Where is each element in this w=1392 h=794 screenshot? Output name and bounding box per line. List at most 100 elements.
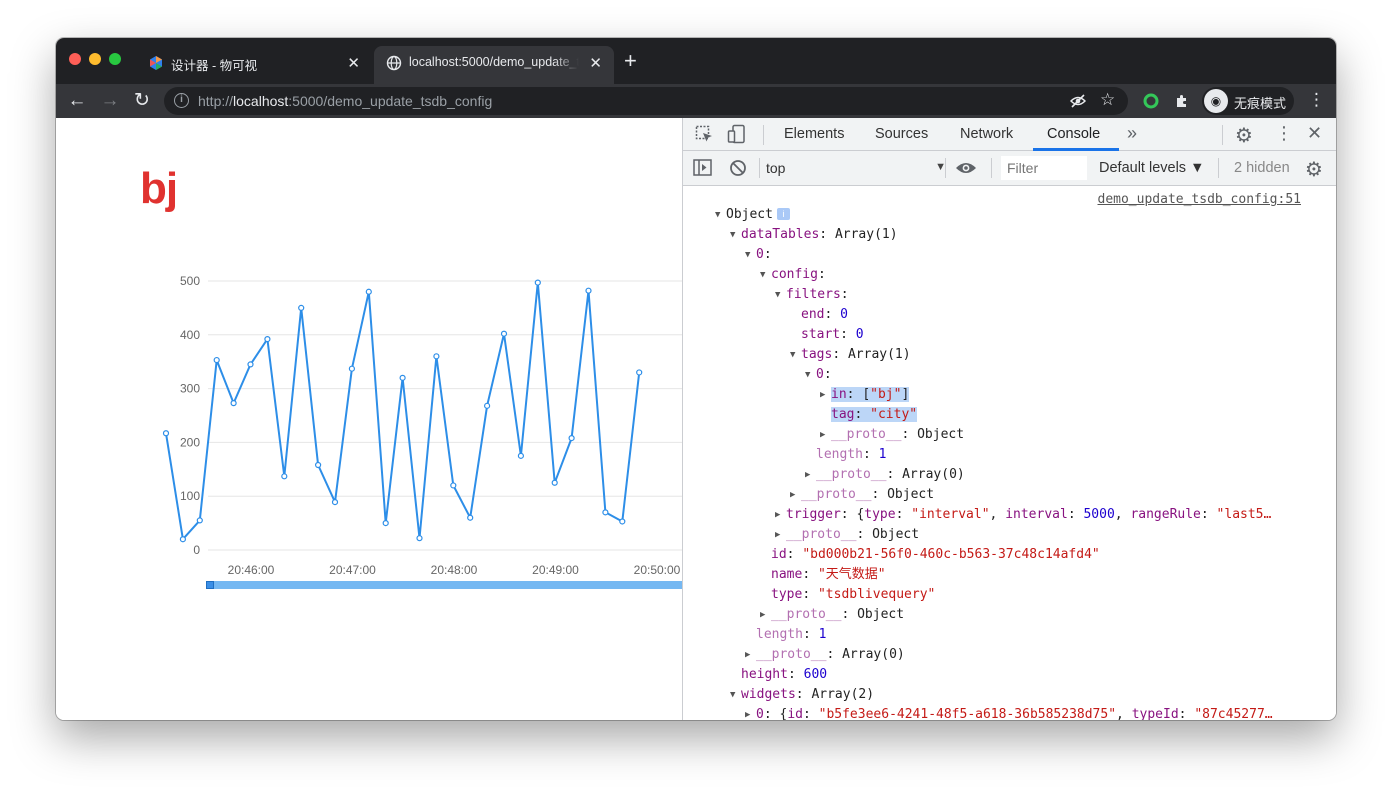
- tree-row[interactable]: ▶ __proto__: Object: [775, 525, 919, 545]
- eye-off-icon[interactable]: [1070, 93, 1086, 109]
- divider: [759, 158, 760, 178]
- prop-key: __proto__: [831, 427, 902, 442]
- tree-row[interactable]: ▼ dataTables: Array(1): [730, 225, 898, 245]
- collapsed-triangle-icon: ▶: [760, 610, 766, 620]
- more-tabs-icon[interactable]: »: [1127, 123, 1137, 144]
- tree-row[interactable]: ▶ 0: {id: "b5fe3ee6-4241-48f5-a618-36b585…: [745, 705, 1273, 720]
- info-icon[interactable]: i: [174, 93, 189, 108]
- kebab-menu-icon[interactable]: ⋮: [1275, 123, 1293, 144]
- close-devtools-icon[interactable]: ✕: [1307, 123, 1322, 144]
- url-path: :5000/demo_update_tsdb_config: [288, 93, 493, 109]
- profile-label: 无痕模式: [1234, 96, 1287, 111]
- source-link[interactable]: demo_update_tsdb_config:51: [1098, 192, 1302, 207]
- expanded-triangle-icon: ▼: [745, 250, 751, 260]
- chart-zoom-slider[interactable]: [206, 581, 682, 589]
- context-selector[interactable]: top ▼: [766, 160, 946, 176]
- data-point: [247, 361, 254, 368]
- clear-console-icon[interactable]: [729, 159, 747, 177]
- tree-row[interactable]: ▶ __proto__: Object: [820, 425, 964, 445]
- console-settings-gear-icon[interactable]: ⚙: [1305, 157, 1323, 182]
- data-point: [264, 336, 271, 343]
- back-arrow-icon[interactable]: ←: [66, 90, 88, 112]
- prop-key: __proto__: [786, 527, 857, 542]
- tree-row: height: 600: [741, 667, 828, 682]
- prop-key: rangeRule: [1130, 507, 1201, 522]
- chart-zoom-handle[interactable]: [206, 581, 214, 589]
- data-point: [636, 369, 643, 376]
- prop-value: "last5…: [1216, 507, 1272, 522]
- star-icon[interactable]: ☆: [1100, 90, 1115, 110]
- tab-sources[interactable]: Sources: [875, 126, 928, 142]
- prop-value: 1: [878, 447, 887, 462]
- data-point: [348, 365, 355, 372]
- prop-value: Array(1): [847, 347, 911, 362]
- tab-title: localhost:5000/demo_update_tsdb_config: [409, 55, 579, 69]
- data-point: [179, 536, 186, 543]
- reload-icon[interactable]: ↻: [131, 90, 153, 112]
- page-content: bj 0 100 200 300 400 500 20:46:00 20:47:00 20:48…: [56, 118, 682, 720]
- tab-elements[interactable]: Elements: [784, 126, 844, 142]
- divider: [991, 158, 992, 178]
- tab-designer[interactable]: 设计器 - 物可视 ✕: [136, 46, 372, 84]
- tree-row[interactable]: ▶ trigger: {type: "interval", interval: 5…: [775, 505, 1271, 525]
- settings-gear-icon[interactable]: ⚙: [1235, 123, 1253, 148]
- live-expression-eye-icon[interactable]: [955, 160, 977, 176]
- tab-close-icon[interactable]: ✕: [589, 54, 602, 72]
- incognito-profile-button[interactable]: ◉ 无痕模式: [1202, 87, 1294, 115]
- tree-row[interactable]: ▶ __proto__: Array(0): [805, 465, 965, 485]
- log-levels-dropdown[interactable]: Default levels ▼: [1099, 160, 1204, 176]
- puzzle-icon[interactable]: [1174, 93, 1190, 109]
- tree-row[interactable]: ▶ __proto__: Object: [760, 605, 904, 625]
- data-point: [433, 353, 440, 360]
- prop-key: type: [771, 587, 803, 602]
- collapsed-triangle-icon: ▶: [745, 650, 751, 660]
- console-filter-input[interactable]: [1001, 156, 1087, 180]
- prop-key: interval: [1005, 507, 1068, 522]
- tree-row[interactable]: ▶ in: ["bj"]: [820, 385, 910, 405]
- tab-close-icon[interactable]: ✕: [347, 54, 360, 72]
- tree-row[interactable]: ▶ __proto__: Object: [790, 485, 934, 505]
- url-text: http://localhost:5000/demo_update_tsdb_c…: [198, 93, 492, 109]
- tree-row[interactable]: ▼ filters:: [775, 285, 849, 305]
- address-bar[interactable]: i http://localhost:5000/demo_update_tsdb…: [164, 87, 1128, 115]
- tab-localhost[interactable]: localhost:5000/demo_update_tsdb_config ✕: [374, 46, 614, 84]
- data-point: [196, 517, 203, 524]
- new-tab-button[interactable]: +: [624, 50, 637, 72]
- tab-console[interactable]: Console: [1047, 126, 1100, 142]
- tree-row[interactable]: ▼ 0:: [805, 365, 832, 385]
- minimize-window-button[interactable]: [89, 53, 101, 65]
- tree-row[interactable]: ▶ __proto__: Array(0): [745, 645, 905, 665]
- tree-row[interactable]: ▼ 0:: [745, 245, 772, 265]
- device-toolbar-icon[interactable]: [727, 124, 747, 144]
- prop-value: 1: [818, 627, 827, 642]
- maximize-window-button[interactable]: [109, 53, 121, 65]
- tree-row[interactable]: ▼ config:: [760, 265, 826, 285]
- prop-value: Array(1): [834, 227, 898, 242]
- collapsed-triangle-icon: ▶: [775, 530, 781, 540]
- prop-key: length: [816, 447, 863, 462]
- prop-key: trigger: [786, 507, 841, 522]
- data-point: [585, 287, 592, 294]
- info-badge-icon: i: [776, 208, 790, 220]
- tree-row[interactable]: ▼ tags: Array(1): [790, 345, 911, 365]
- extension-green-icon[interactable]: [1143, 93, 1159, 109]
- tree-row[interactable]: ▼ Object i: [715, 205, 790, 225]
- tab-network[interactable]: Network: [960, 126, 1013, 142]
- tree-row[interactable]: ▼ widgets: Array(2): [730, 685, 874, 705]
- forward-arrow-icon[interactable]: →: [99, 90, 121, 112]
- tree-row: length: 1: [816, 447, 887, 462]
- series-line: [165, 281, 641, 541]
- kebab-menu-icon[interactable]: ⋮: [1308, 90, 1325, 110]
- page-title: bj: [140, 164, 178, 213]
- data-point: [551, 479, 558, 486]
- prop-value: Array(0): [842, 647, 905, 662]
- tree-row: id: "bd000b21-56f0-460c-b563-37c48c14afd…: [771, 547, 1100, 562]
- prop-value: "city": [870, 407, 918, 422]
- sidebar-toggle-icon[interactable]: [693, 159, 712, 176]
- y-tick-label: 400: [180, 328, 200, 342]
- collapsed-triangle-icon: ▶: [775, 510, 781, 520]
- inspect-element-icon[interactable]: [695, 125, 714, 144]
- prop-key: 0: [816, 367, 824, 382]
- hidden-count: 2 hidden: [1234, 160, 1290, 176]
- close-window-button[interactable]: [69, 53, 81, 65]
